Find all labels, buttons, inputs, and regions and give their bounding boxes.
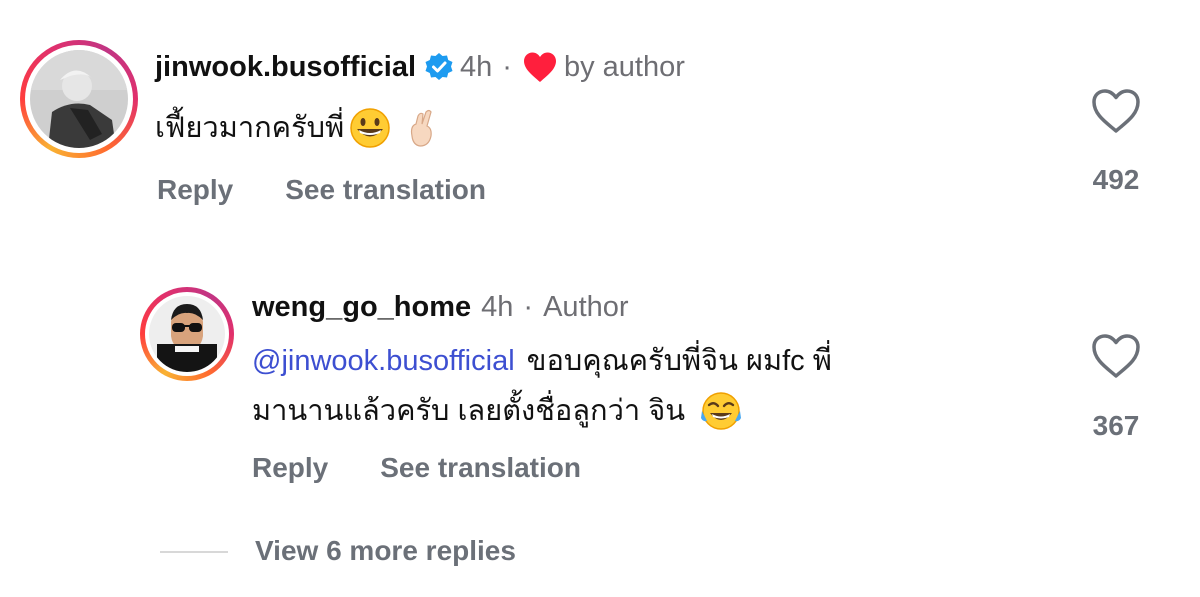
fingers-crossed-emoji [411, 109, 432, 147]
reply-button[interactable]: Reply [252, 452, 328, 484]
liked-by-author-heart-icon [523, 52, 556, 82]
comment-text: เฟี้ยวมากครับพี่ [155, 112, 345, 144]
avatar-photo [30, 50, 128, 148]
author-badge: Author [543, 290, 629, 323]
by-author-badge: by author [563, 50, 685, 83]
like-heart-icon[interactable] [1091, 88, 1141, 134]
verified-badge-icon [425, 53, 453, 80]
replies-divider [160, 551, 228, 553]
like-heart-icon[interactable] [1091, 333, 1141, 379]
comment-time: 4h [481, 290, 514, 323]
view-more-replies-button[interactable]: View 6 more replies [255, 535, 516, 567]
see-translation-button[interactable]: See translation [285, 174, 486, 206]
comment-username[interactable]: jinwook.busofficial [155, 51, 416, 84]
comment-time: 4h [460, 50, 493, 83]
comment-username[interactable]: weng_go_home [252, 291, 471, 324]
like-count: 367 [1092, 410, 1140, 441]
avatar-jinwook[interactable] [20, 40, 138, 158]
comment-text-line1: ขอบคุณครับพี่จิน ผมfc พี่ [526, 345, 832, 377]
avatar-weng[interactable] [140, 287, 234, 381]
see-translation-button[interactable]: See translation [380, 452, 581, 484]
tears-of-joy-emoji [701, 392, 742, 430]
grinning-face-emoji [350, 108, 390, 148]
meta-separator: · [523, 290, 534, 323]
meta-separator: · [502, 50, 512, 83]
avatar-photo [149, 296, 225, 372]
reply-button[interactable]: Reply [157, 174, 233, 206]
mention-link[interactable]: @jinwook.busofficial [252, 335, 515, 387]
like-count: 492 [1092, 164, 1140, 195]
comment-text-line2: มานานแล้วครับ เลยตั้งชื่อลูกว่า จิน [252, 395, 686, 427]
